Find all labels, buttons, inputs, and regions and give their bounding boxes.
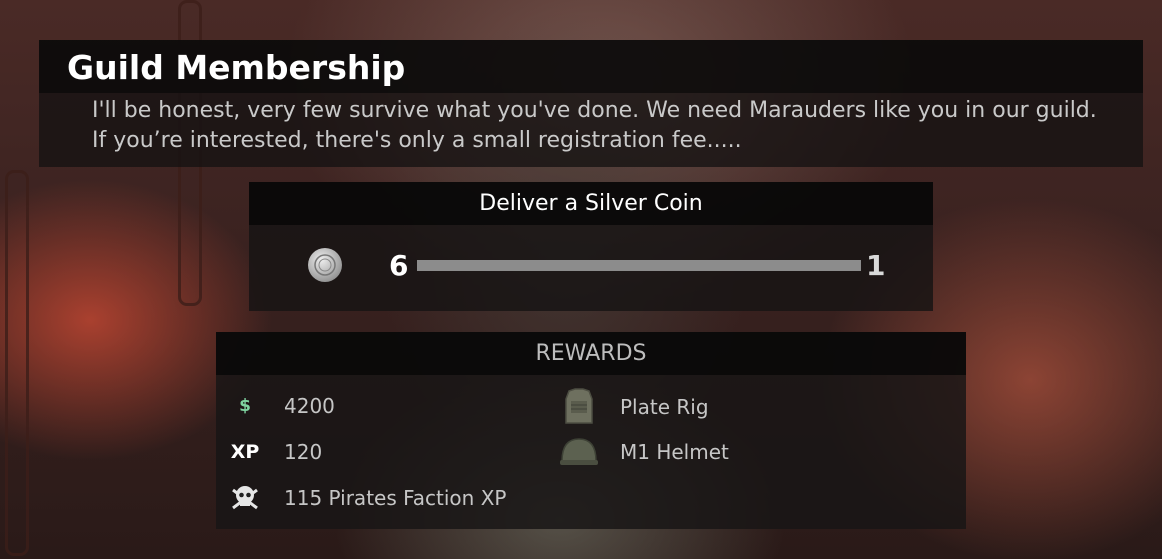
- objective-progress-fill: [417, 260, 861, 271]
- background-chain: [5, 170, 29, 556]
- reward-m1-helmet: M1 Helmet: [556, 432, 729, 472]
- reward-faction-xp-text: 115 Pirates Faction XP: [284, 486, 507, 510]
- silver-coin-icon: [308, 248, 342, 282]
- pirate-skull-icon: [224, 481, 266, 515]
- dialog-title: Guild Membership: [67, 48, 406, 87]
- reward-xp: XP 120: [224, 435, 322, 469]
- reward-plate-rig: Plate Rig: [556, 387, 709, 427]
- guild-membership-panel: Guild Membership I'll be honest, very fe…: [39, 40, 1143, 167]
- reward-faction-xp: 115 Pirates Faction XP: [224, 481, 506, 515]
- reward-m1-helmet-text: M1 Helmet: [620, 440, 729, 464]
- reward-money-text: 4200: [284, 394, 335, 418]
- objective-title: Deliver a Silver Coin: [479, 191, 703, 216]
- current-count: 6: [389, 249, 409, 282]
- description-line: If you’re interested, there's only a sma…: [92, 128, 742, 153]
- rewards-title: REWARDS: [535, 341, 647, 366]
- m1-helmet-icon: [556, 432, 602, 472]
- reward-money: $ 4200: [224, 389, 335, 423]
- rewards-panel: REWARDS $ 4200 XP 120 115 Pirates Factio…: [216, 332, 966, 529]
- required-count: 1: [866, 249, 886, 282]
- reward-plate-rig-text: Plate Rig: [620, 395, 709, 419]
- dialog-description: I'll be honest, very few survive what yo…: [92, 96, 1132, 156]
- objective-panel: Deliver a Silver Coin 6 1: [249, 182, 933, 311]
- plate-rig-icon: [556, 387, 602, 427]
- objective-progress-bar: [417, 260, 861, 271]
- xp-icon: XP: [230, 441, 260, 463]
- dollar-icon: $: [239, 396, 251, 416]
- reward-xp-text: 120: [284, 440, 323, 464]
- description-line: I'll be honest, very few survive what yo…: [92, 98, 1097, 123]
